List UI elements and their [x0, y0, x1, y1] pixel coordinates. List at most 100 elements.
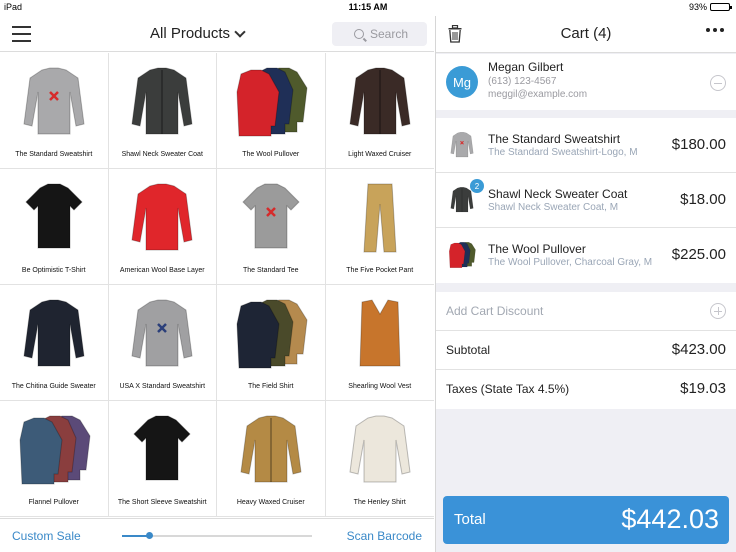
- cart-title: Cart (4): [560, 25, 612, 42]
- product-footer: Custom Sale Scan Barcode: [0, 518, 434, 552]
- product-name: The Standard Sweatshirt: [15, 151, 93, 158]
- menu-icon[interactable]: [12, 26, 31, 42]
- product-image: [0, 175, 108, 261]
- scan-barcode-button[interactable]: Scan Barcode: [347, 529, 422, 543]
- product-tile[interactable]: Shearling Wool Vest: [325, 285, 434, 401]
- cart-item-image: [446, 240, 478, 270]
- more-options-icon[interactable]: [706, 28, 724, 32]
- taxes-row: Taxes (State Tax 4.5%) $19.03: [436, 370, 736, 409]
- add-cart-discount[interactable]: Add Cart Discount: [436, 292, 736, 331]
- product-image: [0, 291, 108, 377]
- discount-label: Add Cart Discount: [446, 304, 544, 318]
- search-placeholder: Search: [370, 27, 409, 41]
- cart-header: Cart (4): [436, 16, 736, 53]
- product-image: [109, 175, 217, 261]
- search-input[interactable]: Search: [332, 22, 427, 46]
- chevron-down-icon: [234, 25, 246, 38]
- product-name: American Wool Base Layer: [119, 267, 205, 274]
- customer-phone: (613) 123-4567: [488, 76, 557, 87]
- cart-item-name: Shawl Neck Sweater Coat: [488, 187, 628, 201]
- cart-item-price: $180.00: [671, 136, 726, 153]
- product-image: [326, 407, 435, 493]
- product-image: [0, 407, 108, 493]
- customer-email: meggil@example.com: [488, 89, 588, 100]
- product-image: [326, 59, 435, 145]
- product-tile[interactable]: Flannel Pullover: [0, 401, 109, 517]
- product-name: The Five Pocket Pant: [346, 267, 414, 274]
- slider-knob[interactable]: [145, 532, 153, 539]
- cart-item-variant: The Standard Sweatshirt-Logo, M: [488, 147, 638, 158]
- category-dropdown[interactable]: All Products: [150, 25, 246, 42]
- product-tile[interactable]: The Five Pocket Pant: [325, 169, 434, 285]
- slider-fill: [122, 535, 149, 537]
- cart-summary: Add Cart Discount Subtotal $423.00 Taxes…: [436, 292, 736, 409]
- product-name: Shearling Wool Vest: [348, 383, 412, 390]
- product-name: Flannel Pullover: [28, 499, 79, 506]
- cart-item-price: $18.00: [680, 191, 726, 208]
- cart-item-variant: Shawl Neck Sweater Coat, M: [488, 202, 619, 213]
- cart-item-variant: The Wool Pullover, Charcoal Gray, M: [488, 257, 653, 268]
- clock: 11:15 AM: [348, 2, 388, 12]
- cart-item-price: $225.00: [671, 246, 726, 263]
- cart-item[interactable]: The Standard Sweatshirt The Standard Swea…: [436, 118, 736, 173]
- product-name: Heavy Waxed Cruiser: [236, 499, 305, 506]
- product-tile[interactable]: American Wool Base Layer: [108, 169, 217, 285]
- product-tile[interactable]: Light Waxed Cruiser: [325, 53, 435, 169]
- search-icon: [354, 29, 364, 39]
- battery-icon: [710, 3, 732, 11]
- battery-percent: 93%: [688, 2, 707, 12]
- cart-item-name: The Wool Pullover: [488, 242, 586, 256]
- product-image: [217, 291, 325, 377]
- page-slider[interactable]: [122, 532, 312, 539]
- add-icon[interactable]: [710, 303, 726, 319]
- product-header: All Products Search: [0, 16, 434, 52]
- product-name: The Field Shirt: [247, 383, 294, 390]
- battery-status: 93%: [688, 2, 732, 12]
- subtotal-value: $423.00: [671, 341, 726, 358]
- product-name: The Chitina Guide Sweater: [11, 383, 96, 390]
- subtotal-row: Subtotal $423.00: [436, 331, 736, 370]
- remove-customer-icon[interactable]: [710, 75, 726, 91]
- product-tile[interactable]: USA X Standard Sweatshirt: [108, 285, 217, 401]
- product-image: [109, 59, 217, 145]
- customer-name: Megan Gilbert: [488, 60, 564, 74]
- subtotal-label: Subtotal: [446, 343, 491, 357]
- product-name: Light Waxed Cruiser: [348, 151, 412, 158]
- product-tile[interactable]: Heavy Waxed Cruiser: [217, 401, 326, 517]
- product-name: Be Optimistic T-Shirt: [21, 267, 86, 274]
- taxes-value: $19.03: [680, 380, 726, 397]
- customer-card[interactable]: Mg Megan Gilbert (613) 123-4567 meggil@e…: [436, 54, 736, 110]
- cart-item-image: [446, 130, 478, 160]
- product-name: The Short Sleeve Sweatshirt: [117, 499, 207, 506]
- product-name: Shawl Neck Sweater Coat: [121, 151, 203, 158]
- custom-sale-button[interactable]: Custom Sale: [12, 529, 81, 543]
- product-panel: All Products Search The Standard Sweatsh…: [0, 16, 434, 552]
- product-name: The Wool Pullover: [242, 151, 300, 158]
- product-tile[interactable]: Be Optimistic T-Shirt: [0, 169, 109, 285]
- product-tile[interactable]: The Short Sleeve Sweatshirt: [108, 401, 217, 517]
- cart-item[interactable]: 2 Shawl Neck Sweater Coat Shawl Neck Sweat…: [436, 173, 736, 228]
- product-tile[interactable]: Shawl Neck Sweater Coat: [108, 53, 217, 169]
- product-tile[interactable]: The Field Shirt: [217, 285, 326, 401]
- total-charge-button[interactable]: Total $442.03: [443, 496, 729, 544]
- total-value: $442.03: [621, 504, 719, 534]
- cart-items: The Standard Sweatshirt The Standard Swea…: [436, 118, 736, 283]
- product-grid: The Standard Sweatshirt Shawl Neck Sweate…: [0, 53, 434, 517]
- product-image: [217, 175, 325, 261]
- cart-item-name: The Standard Sweatshirt: [488, 132, 621, 146]
- product-tile[interactable]: The Wool Pullover: [217, 53, 326, 169]
- product-image: [109, 291, 217, 377]
- category-title: All Products: [150, 25, 231, 42]
- cart-item[interactable]: The Wool Pullover The Wool Pullover, Char…: [436, 228, 736, 283]
- product-image: [217, 59, 325, 145]
- total-label: Total: [454, 511, 486, 528]
- product-name: The Henley Shirt: [353, 499, 406, 506]
- product-tile[interactable]: The Chitina Guide Sweater: [0, 285, 109, 401]
- product-name: The Standard Tee: [242, 267, 299, 274]
- product-tile[interactable]: The Standard Tee: [217, 169, 326, 285]
- product-image: [109, 407, 217, 493]
- product-name: USA X Standard Sweatshirt: [119, 383, 206, 390]
- product-tile[interactable]: The Standard Sweatshirt: [0, 53, 109, 169]
- product-image: [217, 407, 325, 493]
- product-tile[interactable]: The Henley Shirt: [325, 401, 435, 517]
